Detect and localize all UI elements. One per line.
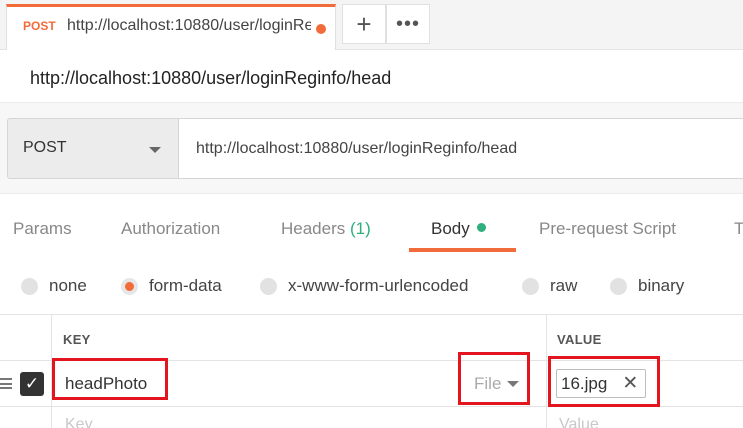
request-title: http://localhost:10880/user/loginReginfo… [30,68,392,88]
method-dropdown[interactable]: POST [7,118,179,179]
url-input[interactable]: http://localhost:10880/user/loginReginfo… [179,118,743,179]
drag-handle-icon[interactable] [0,378,12,389]
remove-file-icon[interactable]: ✕ [622,372,638,395]
radio-raw[interactable]: raw [522,276,577,296]
radio-none-label: none [49,276,87,295]
radio-binary-label: binary [638,276,685,295]
radio-form-data[interactable]: form-data [121,276,222,296]
radio-urlencoded[interactable]: x-www-form-urlencoded [260,276,468,296]
column-divider [546,314,547,428]
file-name: 16.jpg [561,373,608,393]
tab-headers[interactable]: Headers (1) [281,219,371,239]
plus-icon: + [356,8,372,39]
checkmark-icon: ✓ [24,374,40,393]
tab-body[interactable]: Body [431,219,486,239]
key-column-header: KEY [63,332,91,347]
new-value-input[interactable]: Value [559,416,599,428]
new-tab-button[interactable]: + [342,4,386,44]
radio-urlencoded-label: x-www-form-urlencoded [288,276,469,295]
key-input[interactable]: headPhoto [65,374,147,394]
radio-raw-circle [522,277,539,295]
radio-urlencoded-circle [260,277,277,295]
tab-authorization[interactable]: Authorization [121,219,220,239]
tab-body-label: Body [431,219,470,238]
active-tab-indicator [409,248,516,252]
chevron-down-icon [149,147,161,153]
request-tab-active[interactable]: POST http://localhost:10880/user/loginRe… [6,4,336,50]
tab-tests[interactable]: T [734,219,743,239]
new-key-input[interactable]: Key [65,416,93,428]
table-top-border [0,314,743,315]
headers-count-badge: (1) [350,219,371,238]
request-sub-tabs: Params Authorization Headers (1) Body Pr… [0,200,743,254]
method-dropdown-value: POST [23,139,67,156]
unsaved-changes-icon [316,24,326,34]
radio-none-circle [21,277,38,295]
type-dropdown[interactable]: File [474,374,520,394]
chevron-down-icon [507,381,520,387]
tab-headers-label: Headers [281,219,346,238]
radio-none[interactable]: none [21,276,87,296]
radio-binary-circle [610,277,627,295]
body-active-dot-icon [476,223,486,232]
tab-prerequest-script[interactable]: Pre-request Script [539,219,676,239]
request-tab-method: POST [23,19,56,33]
radio-raw-label: raw [550,276,578,295]
radio-binary[interactable]: binary [610,276,684,296]
radio-form-data-label: form-data [149,276,222,295]
radio-form-data-circle [121,277,138,295]
request-tab-url: http://localhost:10880/user/loginReginfo… [67,17,311,34]
type-dropdown-value: File [474,374,502,393]
ellipsis-icon: ••• [395,12,420,35]
file-chip: 16.jpg ✕ [556,369,646,398]
value-column-header: VALUE [557,332,602,347]
url-input-value: http://localhost:10880/user/loginReginfo… [196,139,518,157]
more-tabs-button[interactable]: ••• [386,4,430,44]
tab-params[interactable]: Params [13,219,72,239]
row-enabled-checkbox[interactable]: ✓ [20,372,44,396]
